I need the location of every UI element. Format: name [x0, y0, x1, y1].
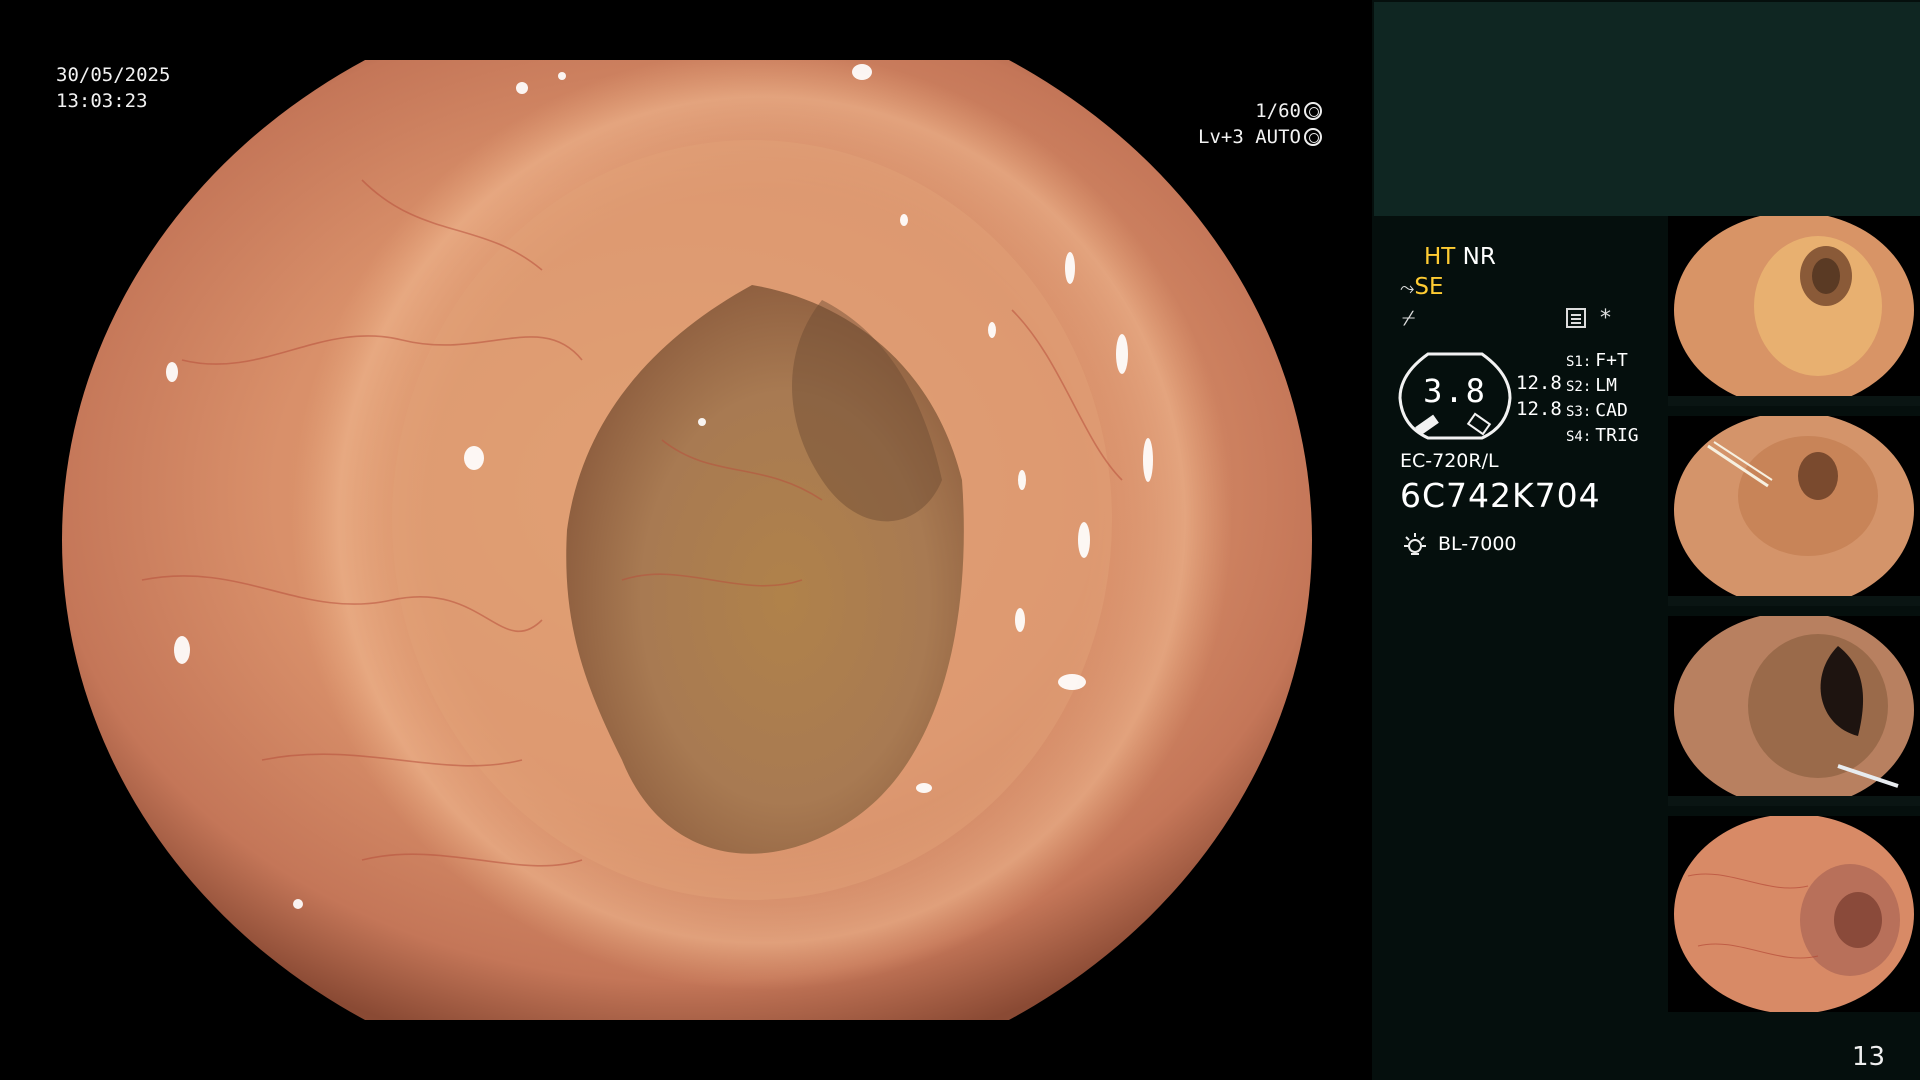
- thumbnail-3[interactable]: [1668, 616, 1920, 806]
- light-source-icon: [1404, 533, 1426, 555]
- endoscope-image: [62, 60, 1312, 1020]
- se-row: ⤳SE: [1400, 274, 1444, 300]
- scope-serial: 6C742K704: [1400, 476, 1601, 515]
- iris-icon: [1304, 128, 1322, 146]
- star-icon: *: [1600, 306, 1611, 331]
- thumbnail-image: [1674, 816, 1914, 1012]
- thumbnail-image: [1674, 416, 1914, 606]
- level-text: Lv+3: [1198, 126, 1244, 148]
- setting-s2: S2: LM: [1566, 375, 1617, 396]
- value-1: 12.8: [1516, 372, 1562, 394]
- thumbnail-4[interactable]: [1668, 816, 1920, 1012]
- light-source: BL-7000: [1438, 533, 1517, 555]
- thumbnail-2[interactable]: [1668, 416, 1920, 606]
- record-list-icon: [1566, 308, 1586, 328]
- exposure-readout: 1/60 Lv+3 AUTO: [1192, 98, 1322, 150]
- image-count: 13: [1852, 1042, 1886, 1072]
- gauge-value: 3.8: [1423, 372, 1487, 410]
- filter-icon: ⌿: [1402, 306, 1416, 331]
- endoscope-view: 30/05/2025 13:03:23 1/60 Lv+3 AUTO: [0, 0, 1372, 1080]
- setting-s3: S3: CAD: [1566, 400, 1628, 421]
- nr-label: NR: [1462, 244, 1496, 270]
- setting-s1: S1: F+T: [1566, 350, 1628, 371]
- thumbnail-1[interactable]: [1668, 216, 1920, 406]
- se-label: SE: [1414, 274, 1444, 300]
- time-text: 13:03:23: [56, 90, 148, 112]
- ht-label: HT: [1424, 244, 1456, 270]
- shutter-text: 1/60: [1255, 100, 1301, 122]
- enhancement-flags: HT NR: [1424, 244, 1496, 270]
- thumbnail-image: [1674, 216, 1914, 406]
- setting-s4: S4: TRIG: [1566, 425, 1639, 446]
- mode-text: AUTO: [1255, 126, 1301, 148]
- colon-lumen-image: [62, 60, 1312, 1020]
- thumbnail-image: [1674, 616, 1914, 806]
- date-text: 30/05/2025: [56, 64, 171, 86]
- scope-model: EC-720R/L: [1400, 450, 1499, 472]
- info-panel-header: [1374, 2, 1920, 216]
- value-2: 12.8: [1516, 398, 1562, 420]
- date-time-readout: 30/05/2025 13:03:23: [56, 62, 170, 114]
- shutter-icon: [1304, 102, 1322, 120]
- structure-icon: ⤳: [1400, 278, 1415, 299]
